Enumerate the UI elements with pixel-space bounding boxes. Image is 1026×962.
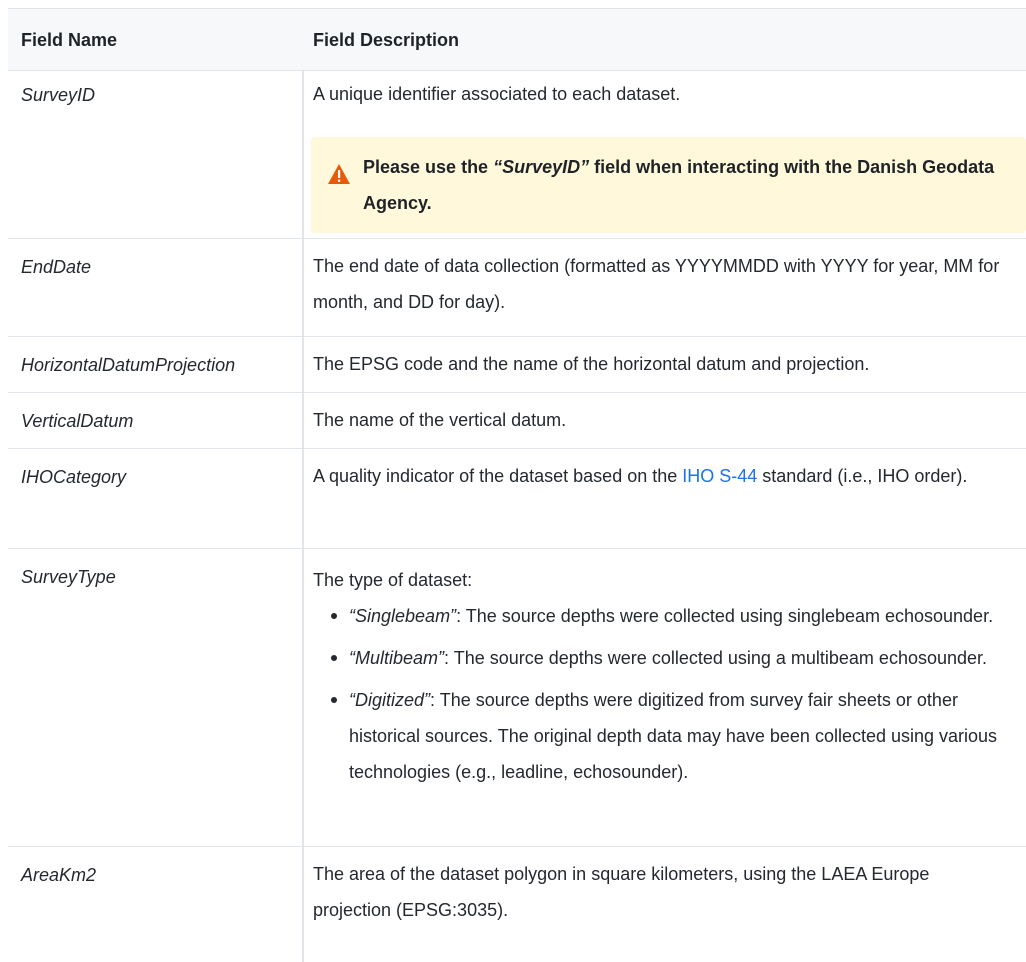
field-name: HorizontalDatumProjection	[21, 355, 236, 375]
field-table: Field Name Field Description SurveyID A …	[0, 0, 1026, 962]
table-row: EndDate The end date of data collection …	[8, 238, 1026, 336]
field-description: The EPSG code and the name of the horizo…	[313, 354, 870, 374]
table-row: AreaKm2 The area of the dataset polygon …	[8, 846, 1026, 962]
list-item: “Digitized”: The source depths were digi…	[331, 682, 1013, 790]
iho-s44-link[interactable]: IHO S-44	[682, 466, 757, 486]
list-item: “Singlebeam”: The source depths were col…	[331, 598, 1013, 634]
warning-icon	[328, 164, 350, 184]
field-description: The area of the dataset polygon in squar…	[313, 864, 930, 920]
field-name: SurveyID	[21, 85, 96, 105]
survey-type-list: “Singlebeam”: The source depths were col…	[313, 598, 1013, 790]
field-name: EndDate	[21, 257, 92, 277]
field-name: SurveyType	[21, 567, 116, 587]
warning-text: Please use the “SurveyID” field when int…	[363, 157, 995, 213]
table-row: IHOCategory A quality indicator of the d…	[8, 448, 1026, 548]
field-description: The end date of data collection (formatt…	[313, 256, 1000, 312]
field-description: The type of dataset: “Singlebeam”: The s…	[313, 562, 1013, 790]
field-description-intro: The type of dataset:	[313, 570, 473, 590]
field-description: A quality indicator of the dataset based…	[313, 466, 968, 486]
field-description: A unique identifier associated to each d…	[313, 84, 681, 104]
table-header: Field Name Field Description	[8, 8, 1026, 70]
table-row: VerticalDatum The name of the vertical d…	[8, 392, 1026, 448]
header-field-name: Field Name	[21, 30, 118, 50]
list-item: “Multibeam”: The source depths were coll…	[331, 640, 1013, 676]
field-description: The name of the vertical datum.	[313, 410, 567, 430]
field-name: IHOCategory	[21, 467, 127, 487]
header-field-description: Field Description	[313, 30, 460, 50]
field-name: VerticalDatum	[21, 411, 134, 431]
table-row: SurveyType The type of dataset: “Singleb…	[8, 548, 1026, 846]
field-name: AreaKm2	[21, 865, 97, 885]
table-row: HorizontalDatumProjection The EPSG code …	[8, 336, 1026, 392]
table-row: SurveyID A unique identifier associated …	[8, 70, 1026, 238]
warning-admonition: Please use the “SurveyID” field when int…	[311, 137, 1026, 233]
